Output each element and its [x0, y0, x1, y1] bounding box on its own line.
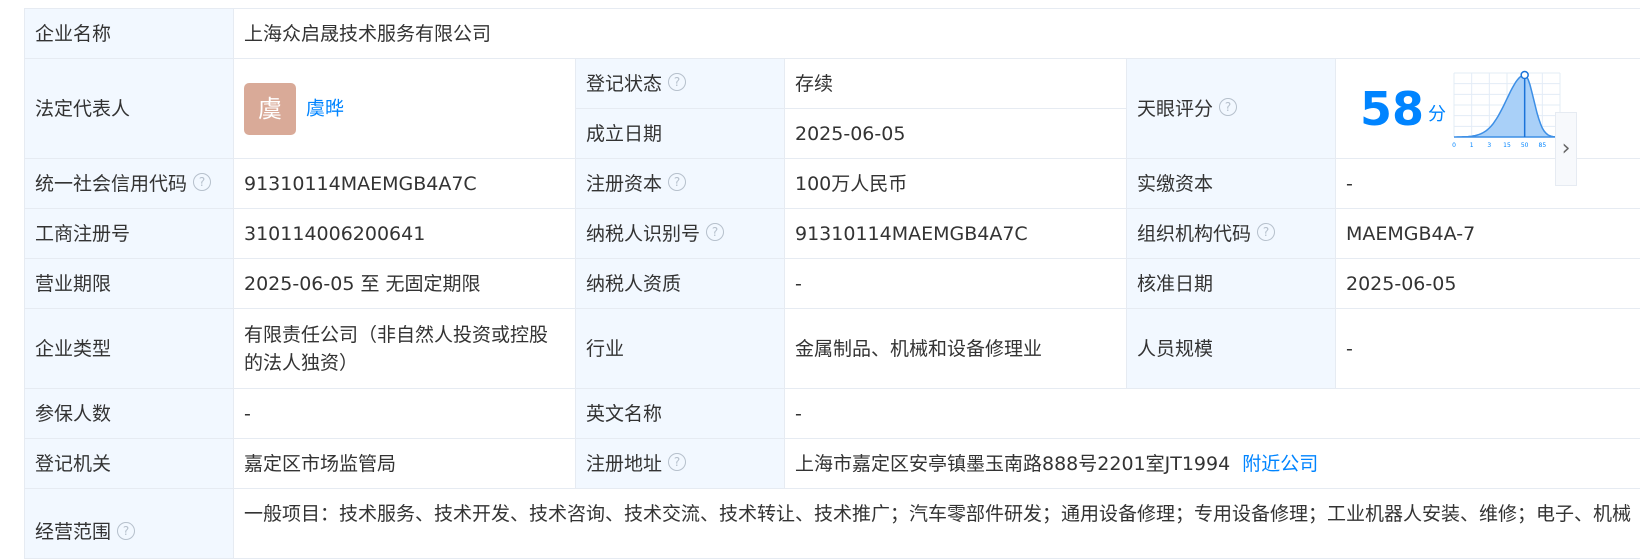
chart-tick-label: 0 — [1452, 142, 1456, 149]
row-insured: 参保人数 - 英文名称 - — [25, 389, 1640, 439]
row-scope: 经营范围? 一般项目：技术服务、技术开发、技术咨询、技术交流、技术转让、技术推广… — [25, 489, 1640, 559]
help-icon[interactable]: ? — [668, 453, 686, 471]
row-credit-code: 统一社会信用代码? 91310114MAEMGB4A7C 注册资本? 100万人… — [25, 159, 1640, 209]
company-name-value: 上海众启晟技术服务有限公司 — [234, 9, 1640, 59]
approval-date-label: 核准日期 — [1127, 259, 1336, 309]
address-cell: 上海市嘉定区安亭镇墨玉南路888号2201室JT1994 附近公司 — [785, 439, 1640, 489]
credit-code-value: 91310114MAEMGB4A7C — [234, 159, 576, 209]
reg-capital-label: 注册资本 — [586, 173, 662, 195]
score-distribution-chart[interactable]: 01315508597 — [1450, 67, 1562, 155]
insured-value: - — [234, 389, 576, 439]
status-label: 登记状态 — [586, 73, 662, 95]
reg-capital-label-cell: 注册资本? — [576, 159, 785, 209]
row-company-name: 企业名称 上海众启晟技术服务有限公司 — [25, 9, 1640, 59]
term-label: 营业期限 — [25, 259, 234, 309]
biz-reg-no-label: 工商注册号 — [25, 209, 234, 259]
row-term: 营业期限 2025-06-05 至 无固定期限 纳税人资质 - 核准日期 202… — [25, 259, 1640, 309]
legal-rep-link[interactable]: 虞晔 — [306, 97, 344, 119]
help-icon[interactable]: ? — [668, 73, 686, 91]
tax-qual-label: 纳税人资质 — [576, 259, 785, 309]
score-value: 58 — [1360, 82, 1424, 136]
score-unit: 分 — [1428, 104, 1446, 125]
industry-value: 金属制品、机械和设备修理业 — [785, 309, 1127, 389]
authority-value: 嘉定区市场监管局 — [234, 439, 576, 489]
help-icon[interactable]: ? — [193, 173, 211, 191]
help-icon[interactable]: ? — [668, 173, 686, 191]
help-icon[interactable]: ? — [706, 223, 724, 241]
chart-tick-label: 1 — [1470, 142, 1474, 149]
address-value: 上海市嘉定区安亭镇墨玉南路888号2201室JT1994 — [795, 453, 1230, 475]
chevron-right-icon[interactable]: › — [1555, 112, 1577, 186]
scope-value: 一般项目：技术服务、技术开发、技术咨询、技术交流、技术转让、技术推广；汽车零部件… — [234, 489, 1640, 559]
credit-code-label: 统一社会信用代码 — [35, 173, 187, 195]
tax-qual-value: - — [785, 259, 1127, 309]
paid-capital-value: - — [1336, 159, 1640, 209]
company-info-panel: 企业名称 上海众启晟技术服务有限公司 法定代表人 虞虞晔 登记状态? 存续 天眼… — [24, 8, 1640, 559]
chart-tick-label: 15 — [1503, 142, 1511, 149]
chart-marker-dot — [1521, 72, 1528, 79]
en-name-label: 英文名称 — [576, 389, 785, 439]
insured-label: 参保人数 — [25, 389, 234, 439]
chart-ticks: 01315508597 — [1452, 142, 1562, 149]
term-value: 2025-06-05 至 无固定期限 — [234, 259, 576, 309]
paid-capital-label: 实缴资本 — [1127, 159, 1336, 209]
founded-label: 成立日期 — [576, 109, 785, 159]
address-label: 注册地址 — [586, 453, 662, 475]
credit-code-label-cell: 统一社会信用代码? — [25, 159, 234, 209]
en-name-value: - — [785, 389, 1640, 439]
biz-reg-no-value: 310114006200641 — [234, 209, 576, 259]
type-label: 企业类型 — [25, 309, 234, 389]
scope-label-cell: 经营范围? — [25, 489, 234, 559]
org-code-label-cell: 组织机构代码? — [1127, 209, 1336, 259]
score-label-cell: 天眼评分? — [1127, 59, 1336, 159]
chart-tick-label: 85 — [1539, 142, 1547, 149]
help-icon[interactable]: ? — [1219, 98, 1237, 116]
taxpayer-id-label-cell: 纳税人识别号? — [576, 209, 785, 259]
score-label: 天眼评分 — [1137, 98, 1213, 120]
company-info-table: 企业名称 上海众启晟技术服务有限公司 法定代表人 虞虞晔 登记状态? 存续 天眼… — [24, 8, 1640, 559]
nearby-companies-link[interactable]: 附近公司 — [1242, 453, 1318, 475]
status-badge: 存续 — [785, 59, 1127, 109]
help-icon[interactable]: ? — [117, 522, 135, 540]
founded-value: 2025-06-05 — [785, 109, 1127, 159]
scope-label: 经营范围 — [35, 521, 111, 543]
legal-rep-label: 法定代表人 — [25, 59, 234, 159]
staff-label: 人员规模 — [1127, 309, 1336, 389]
company-name-label: 企业名称 — [25, 9, 234, 59]
row-authority: 登记机关 嘉定区市场监管局 注册地址? 上海市嘉定区安亭镇墨玉南路888号220… — [25, 439, 1640, 489]
org-code-label: 组织机构代码 — [1137, 223, 1251, 245]
row-type: 企业类型 有限责任公司（非自然人投资或控股的法人独资） 行业 金属制品、机械和设… — [25, 309, 1640, 389]
row-legal-rep: 法定代表人 虞虞晔 登记状态? 存续 天眼评分? 58分 01315508597 — [25, 59, 1640, 109]
avatar[interactable]: 虞 — [244, 83, 296, 135]
approval-date-value: 2025-06-05 — [1336, 259, 1640, 309]
address-label-cell: 注册地址? — [576, 439, 785, 489]
score-cell[interactable]: 58分 01315508597 — [1336, 59, 1640, 159]
taxpayer-id-label: 纳税人识别号 — [586, 223, 700, 245]
industry-label: 行业 — [576, 309, 785, 389]
chart-tick-label: 50 — [1521, 142, 1529, 149]
taxpayer-id-value: 91310114MAEMGB4A7C — [785, 209, 1127, 259]
help-icon[interactable]: ? — [1257, 223, 1275, 241]
chart-tick-label: 3 — [1487, 142, 1491, 149]
row-biz-reg: 工商注册号 310114006200641 纳税人识别号? 91310114MA… — [25, 209, 1640, 259]
staff-value: - — [1336, 309, 1640, 389]
authority-label: 登记机关 — [25, 439, 234, 489]
status-label-cell: 登记状态? — [576, 59, 785, 109]
type-value: 有限责任公司（非自然人投资或控股的法人独资） — [234, 309, 576, 389]
reg-capital-value: 100万人民币 — [785, 159, 1127, 209]
legal-rep-cell: 虞虞晔 — [234, 59, 576, 159]
org-code-value: MAEMGB4A-7 — [1336, 209, 1640, 259]
